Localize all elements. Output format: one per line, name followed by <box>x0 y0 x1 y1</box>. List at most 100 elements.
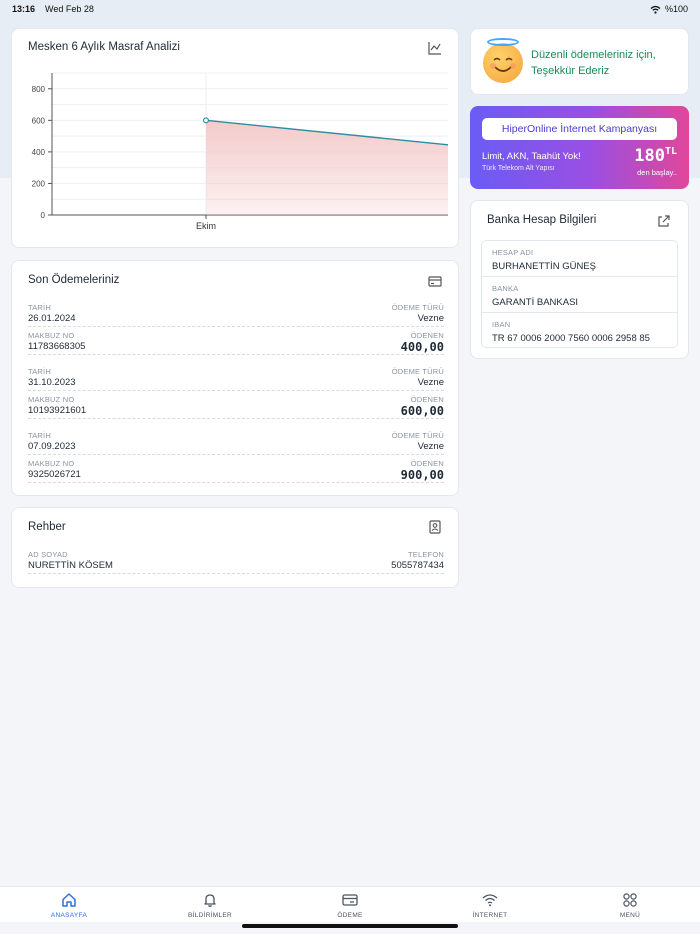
tab-label: ANASAYFA <box>50 912 88 919</box>
bottom-tab-bar: ANASAYFA BİLDİRİMLER ÖDEME İNTERNET MENÜ <box>0 886 700 922</box>
tab-menu[interactable]: MENÜ <box>590 887 670 923</box>
paid-amount: 900,00 <box>400 468 444 482</box>
home-indicator <box>242 924 458 928</box>
home-icon <box>62 893 76 907</box>
payment-row-date: TARİH ÖDEME TÜRÜ 07.09.2023 Vezne <box>28 429 444 455</box>
area-fill <box>206 120 448 215</box>
y-tick-label: 400 <box>32 148 46 157</box>
iban-label: IBAN <box>492 320 511 329</box>
wifi-status-icon <box>650 5 661 14</box>
recent-payments-card: Son Ödemeleriniz TARİH ÖDEME TÜRÜ 26.01.20… <box>11 260 459 496</box>
tab-payment[interactable]: ÖDEME <box>310 887 390 923</box>
price-unit: TL <box>664 146 677 157</box>
thanks-card: Düzenli ödemeleriniz için, Teşekkür Eder… <box>470 28 689 95</box>
wifi-icon <box>482 894 498 907</box>
share-icon[interactable] <box>657 214 671 228</box>
payment-row-receipt: MAKBUZ NO ÖDENEN 9325026721 900,00 <box>28 457 444 483</box>
y-tick-label: 600 <box>32 116 46 125</box>
contact-row[interactable]: AD SOYAD TELEFON NURETTİN KÖSEM 50557874… <box>28 548 444 574</box>
paid-amount: 600,00 <box>400 404 444 418</box>
thanks-message: Düzenli ödemeleriniz için, Teşekkür Eder… <box>531 47 681 79</box>
paid-label: ÖDENEN <box>410 395 444 404</box>
status-date: Wed Feb 28 <box>45 4 94 14</box>
tab-label: İNTERNET <box>472 912 508 919</box>
tab-notifications[interactable]: BİLDİRİMLER <box>170 887 250 923</box>
receipt-number: 11783668305 <box>28 341 86 352</box>
internet-campaign-banner[interactable]: HiperOnline İnternet Kampanyası Limit, A… <box>470 106 689 189</box>
status-time: 13:16 <box>12 4 36 14</box>
y-tick-label: 0 <box>41 211 46 220</box>
card-icon[interactable] <box>428 274 442 288</box>
y-tick-label: 200 <box>32 179 46 188</box>
card-title: Banka Hesap Bilgileri <box>487 214 597 226</box>
payment-date: 26.01.2024 <box>28 313 76 324</box>
date-label: TARİH <box>28 431 51 440</box>
phone-label: TELEFON <box>408 550 444 559</box>
card-title: Rehber <box>28 521 66 533</box>
x-tick-label: Ekim <box>196 221 216 231</box>
tab-home[interactable]: ANASAYFA <box>29 887 109 923</box>
iban-value[interactable]: TR 67 0006 2000 7560 0006 2958 85 <box>492 333 650 344</box>
tab-label: ÖDEME <box>337 912 363 919</box>
campaign-title: HiperOnline İnternet Kampanyası <box>482 118 677 140</box>
payment-type-label: ÖDEME TÜRÜ <box>391 367 444 376</box>
bank-name-row: BANKA GARANTİ BANKASI <box>482 277 677 313</box>
bank-name-label: BANKA <box>492 284 519 293</box>
date-label: TARİH <box>28 367 51 376</box>
iban-row: IBAN TR 67 0006 2000 7560 0006 2958 85 <box>482 313 677 349</box>
payment-type: Vezne <box>417 377 444 388</box>
contact-name: NURETTİN KÖSEM <box>28 560 113 571</box>
halo-icon <box>487 38 519 46</box>
tab-label: BİLDİRİMLER <box>187 912 233 919</box>
payment-row-date: TARİH ÖDEME TÜRÜ 26.01.2024 Vezne <box>28 301 444 327</box>
receipt-label: MAKBUZ NO <box>28 395 75 404</box>
payment-type: Vezne <box>417 441 444 452</box>
bell-icon <box>204 894 216 907</box>
grid-menu-icon <box>623 893 637 907</box>
receipt-label: MAKBUZ NO <box>28 459 75 468</box>
bank-name-value[interactable]: GARANTİ BANKASI <box>492 297 578 308</box>
name-label: AD SOYAD <box>28 550 68 559</box>
campaign-infrastructure: Türk Telekom Alt Yapısı <box>482 165 555 172</box>
contact-phone: 5055787434 <box>391 560 444 571</box>
receipt-number: 10193921601 <box>28 405 87 416</box>
thanks-line-1: Düzenli ödemeleriniz için, <box>531 49 656 61</box>
contacts-icon[interactable] <box>428 520 442 534</box>
status-bar: 13:16 Wed Feb 28 %100 <box>0 0 700 18</box>
payment-card-icon <box>342 894 358 906</box>
payment-row-receipt: MAKBUZ NO ÖDENEN 11783668305 400,00 <box>28 329 444 355</box>
payment-type-label: ÖDEME TÜRÜ <box>391 303 444 312</box>
payment-row-receipt: MAKBUZ NO ÖDENEN 10193921601 600,00 <box>28 393 444 419</box>
smiling-face-icon <box>483 43 523 83</box>
campaign-price: 180TL <box>634 146 677 166</box>
tab-label: MENÜ <box>619 912 641 919</box>
contact-guide-card: Rehber AD SOYAD TELEFON NURETTİN KÖSEM 5… <box>11 507 459 588</box>
payment-row-date: TARİH ÖDEME TÜRÜ 31.10.2023 Vezne <box>28 365 444 391</box>
tab-internet[interactable]: İNTERNET <box>450 887 530 923</box>
price-suffix: den başlay.. <box>637 168 677 177</box>
paid-label: ÖDENEN <box>410 459 444 468</box>
paid-amount: 400,00 <box>400 340 444 354</box>
receipt-label: MAKBUZ NO <box>28 331 75 340</box>
expense-chart: 0 200 400 600 800 Ekim <box>32 72 449 231</box>
account-name-row: HESAP ADI BURHANETTİN GÜNEŞ <box>482 241 677 277</box>
bank-details: HESAP ADI BURHANETTİN GÜNEŞ BANKA GARANT… <box>481 240 678 348</box>
receipt-number: 9325026721 <box>28 469 81 480</box>
y-tick-label: 800 <box>32 85 46 94</box>
paid-label: ÖDENEN <box>410 331 444 340</box>
payment-type-label: ÖDEME TÜRÜ <box>391 431 444 440</box>
account-name-value[interactable]: BURHANETTİN GÜNEŞ <box>492 261 596 272</box>
battery-level: %100 <box>664 4 688 14</box>
payment-type: Vezne <box>417 313 444 324</box>
data-point <box>203 117 210 124</box>
campaign-subtitle: Limit, AKN, Taahüt Yok! <box>482 151 581 162</box>
price-value: 180 <box>634 146 665 166</box>
payment-date: 31.10.2023 <box>28 377 76 388</box>
bank-account-card: Banka Hesap Bilgileri HESAP ADI BURHANET… <box>470 200 689 359</box>
payment-date: 07.09.2023 <box>28 441 76 452</box>
expense-analysis-card: Mesken 6 Aylık Masraf Analizi 0 200 400 600… <box>11 28 459 248</box>
date-label: TARİH <box>28 303 51 312</box>
thanks-line-2: Teşekkür Ederiz <box>531 65 610 77</box>
status-right: %100 <box>650 4 688 14</box>
account-name-label: HESAP ADI <box>492 248 534 257</box>
